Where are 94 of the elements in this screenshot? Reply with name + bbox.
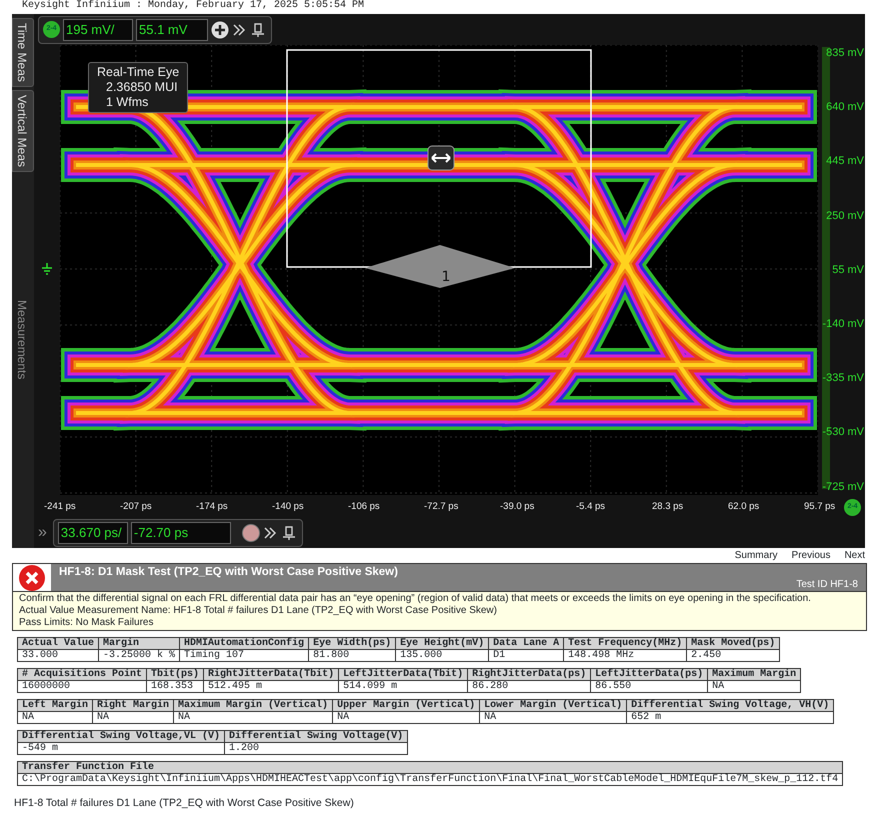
add-icon[interactable]: [211, 20, 229, 38]
table-cell: 1.200: [224, 742, 408, 754]
column-header: Transfer Function File: [18, 762, 843, 774]
table-cell: 652 m: [626, 712, 834, 724]
column-header: Actual Value: [18, 638, 99, 650]
position-field[interactable]: -72.70 ps: [130, 522, 231, 544]
axis-label: 55 mV: [832, 262, 865, 278]
axis-label: -72.7 ps: [424, 500, 460, 514]
table-cell: 81.800: [308, 650, 396, 662]
mask-label: 1: [442, 269, 450, 285]
nav-link[interactable]: Previous: [792, 549, 830, 563]
column-header: Mask Moved(ps): [686, 638, 780, 650]
scale-field[interactable]: 33.670 ps/: [58, 522, 128, 544]
axis-label: -530 mV: [822, 425, 865, 440]
table-cell: NA: [708, 680, 801, 692]
column-header: RightJitterData(ps): [468, 668, 591, 680]
offset-field[interactable]: 55.1 mV: [136, 18, 208, 40]
side-tab[interactable]: Vertical Meas: [12, 90, 34, 172]
axis-label: -39.0 ps: [500, 500, 536, 514]
table-cell: NA: [332, 712, 480, 724]
axis-label: -106 ps: [348, 500, 381, 514]
table-cell: 16000000: [18, 680, 147, 692]
description-text: Pass Limits: No Mask Failures: [19, 617, 154, 629]
axis-label: -725 mV: [822, 480, 865, 494]
footer-text: HF1-8 Total # failures D1 Lane (TP2_EQ with Worst Case Positive Skew): [14, 796, 355, 811]
table-cell: C:\ProgramData\Keysight\Infiniium\Apps\HDMIHEACTest\app\config\TransferFunction\Final\Final_WorstCableModel_HDMIEquFile7M_skew_p_112.tf4: [18, 774, 843, 786]
axis-label: 640 mV: [826, 100, 865, 116]
axis-label: -335 mV: [822, 371, 865, 386]
window-title: Keysight Infiniium : Monday, February 17, 2025 5:05:54 PM: [21, 0, 366, 13]
table-cell: NA: [92, 712, 174, 724]
table-cell: 514.099 m: [338, 680, 468, 692]
column-header: Test Frequency(MHz): [564, 638, 687, 650]
table-cell: 2.450: [686, 650, 780, 662]
table-cell: 33.000: [18, 650, 99, 662]
axis-label: -5.4 ps: [576, 500, 606, 514]
result-title: HF1-8: D1 Mask Test (TP2_EQ with Worst Case Positive Skew): [59, 566, 399, 579]
run-button[interactable]: [242, 524, 260, 542]
double-chevron-icon[interactable]: [262, 526, 277, 540]
column-header: RightJitterData(Tbit): [204, 668, 339, 680]
axis-label: 28.3 ps: [652, 500, 684, 514]
axis-label: -207 ps: [120, 500, 153, 514]
test-id: Test ID HF1-8: [796, 579, 858, 590]
table-cell: 148.498 MHz: [564, 650, 687, 662]
column-header: Maximum Margin: [708, 668, 801, 680]
column-header: Upper Margin (Vertical): [332, 700, 480, 712]
table-cell: 86.550: [590, 680, 708, 692]
table-cell: NA: [174, 712, 333, 724]
column-header: Left Margin: [18, 700, 93, 712]
axis-label: -140 ps: [272, 500, 305, 514]
column-header: Lower Margin (Vertical): [480, 700, 627, 712]
axis-label: 95.7 ps: [804, 500, 836, 514]
table-cell: -3.25000 k %: [98, 650, 180, 662]
column-header: Right Margin: [92, 700, 174, 712]
axis-label: -140 mV: [822, 316, 865, 332]
column-header: Differential Swing Voltage, VH(V): [626, 700, 834, 712]
double-chevron-icon[interactable]: [232, 22, 246, 36]
resize-handle-icon[interactable]: [428, 146, 454, 170]
axis-label: 250 mV: [826, 208, 865, 224]
expand-button[interactable]: »: [34, 521, 51, 545]
column-header: Differential Swing Voltage(V): [224, 730, 408, 742]
axis-label: -174 ps: [196, 500, 229, 514]
column-header: Differential Swing Voltage,VL (V): [18, 730, 225, 742]
description-text: Confirm that the differential signal on each FRL differential data pair has an “eye opening” (region of valid data) that meets or exceeds the limits on eye opening in the specification.: [19, 593, 812, 605]
column-header: Margin: [98, 638, 180, 650]
table-cell: -549 m: [18, 742, 225, 754]
column-header: HDMIAutomationConfig: [180, 638, 309, 650]
table-cell: 168.353: [146, 680, 204, 692]
pin-icon[interactable]: [249, 22, 267, 36]
column-header: Data Lane A: [488, 638, 564, 650]
column-header: Maximum Margin (Vertical): [174, 700, 333, 712]
axis-label: -241 ps: [44, 500, 77, 514]
nav-link[interactable]: Next: [844, 549, 865, 563]
description-text: Actual Value Measurement Name: HF1-8 Total # failures D1 Lane (TP2_EQ with Worst Case Positive Skew): [19, 605, 498, 617]
column-header: # Acquisitions Point: [18, 668, 147, 680]
table-cell: 512.495 m: [204, 680, 339, 692]
column-header: Eye Height(mV): [396, 638, 489, 650]
side-tab[interactable]: Time Meas: [12, 18, 34, 87]
table-cell: 86.280: [468, 680, 591, 692]
table-cell: D1: [488, 650, 564, 662]
column-header: Eye Width(ps): [308, 638, 396, 650]
column-header: LeftJitterData(ps): [590, 668, 708, 680]
table-cell: NA: [480, 712, 627, 724]
table-cell: 135.000: [396, 650, 489, 662]
column-header: Tbit(ps): [146, 668, 204, 680]
table-cell: Timing 107: [180, 650, 309, 662]
nav-link[interactable]: Summary: [734, 549, 778, 563]
table-cell: NA: [18, 712, 93, 724]
ground-marker-icon: [40, 262, 54, 278]
axis-label: 445 mV: [826, 154, 865, 170]
scale-field[interactable]: 195 mV/: [63, 18, 133, 40]
axis-label: 835 mV: [826, 46, 865, 61]
legend-box: Real-Time Eye 2.36850 MUI 1 Wfms: [88, 62, 188, 113]
axis-label: 62.0 ps: [728, 500, 760, 514]
column-header: LeftJitterData(Tbit): [338, 668, 468, 680]
